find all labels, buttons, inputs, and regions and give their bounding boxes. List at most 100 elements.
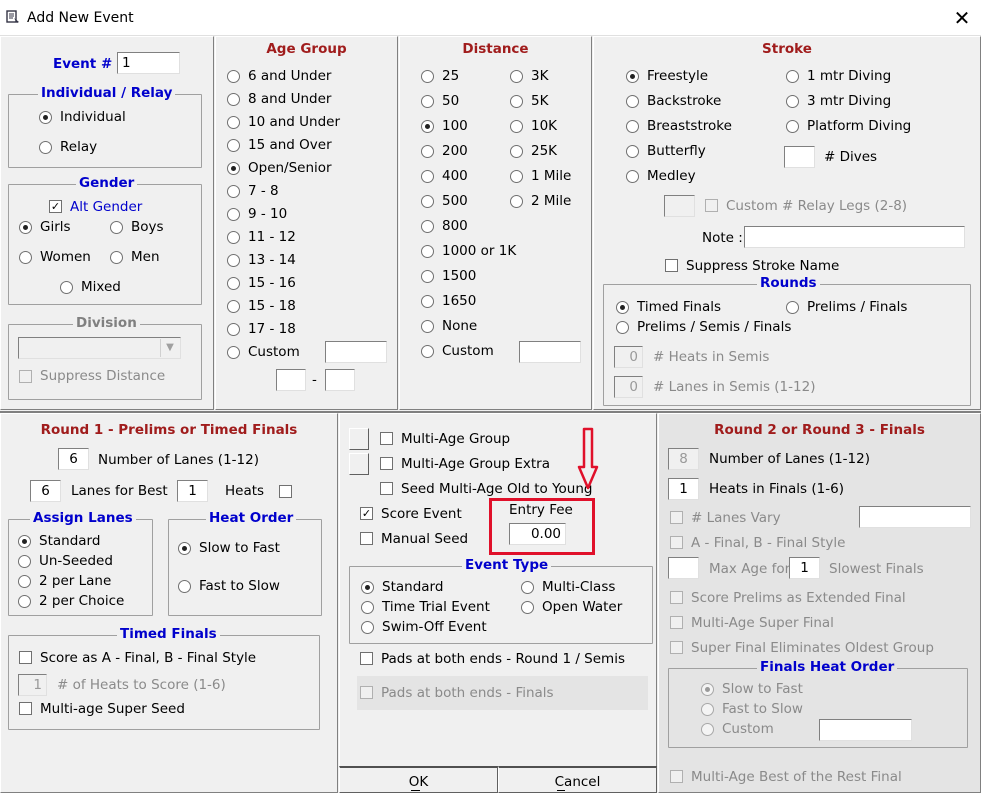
lanes-vary-input[interactable]	[859, 506, 971, 528]
radio-dist-25k[interactable]	[510, 145, 523, 158]
radio-relay[interactable]	[39, 141, 52, 154]
seed-multi-age-checkbox[interactable]	[380, 482, 393, 495]
radio-dist-10k[interactable]	[510, 120, 523, 133]
round1-heats-checkbox[interactable]	[279, 485, 292, 498]
radio-type-multi-class[interactable]	[521, 581, 534, 594]
radio-type-standard[interactable]	[361, 581, 374, 594]
super-elim-checkbox[interactable]	[670, 641, 683, 654]
radio-dist-100[interactable]	[421, 120, 434, 133]
radio-dist-3k[interactable]	[510, 70, 523, 83]
radio-boys[interactable]	[110, 221, 123, 234]
radio-slow-to-fast[interactable]	[178, 542, 191, 555]
lanes-semis-input[interactable]: 0	[614, 376, 643, 398]
radio-freestyle[interactable]	[626, 70, 639, 83]
finals-custom-input[interactable]	[819, 719, 912, 741]
radio-age-17-18[interactable]	[227, 323, 240, 336]
radio-dist-1500[interactable]	[421, 270, 434, 283]
score-event-checkbox[interactable]: ✓	[360, 507, 373, 520]
radio-age-15-over[interactable]	[227, 139, 240, 152]
radio-backstroke[interactable]	[626, 95, 639, 108]
round1-heats-input[interactable]: 1	[177, 480, 208, 502]
ab-final-checkbox[interactable]	[670, 536, 683, 549]
radio-finals-slow-fast[interactable]	[701, 683, 714, 696]
event-number-input[interactable]: 1	[117, 52, 180, 74]
note-input[interactable]	[744, 226, 965, 248]
radio-dist-2mile[interactable]	[510, 195, 523, 208]
suppress-stroke-checkbox[interactable]	[665, 259, 678, 272]
radio-lanes-2perlane[interactable]	[18, 575, 31, 588]
score-ab-checkbox[interactable]	[19, 651, 32, 664]
dives-input[interactable]	[784, 146, 815, 168]
relay-legs-checkbox[interactable]	[705, 199, 718, 212]
radio-type-time-trial[interactable]	[361, 601, 374, 614]
radio-age-custom[interactable]	[227, 346, 240, 359]
lanes-vary-checkbox[interactable]	[670, 511, 683, 524]
radio-lanes-2perchoice[interactable]	[18, 595, 31, 608]
score-prelims-checkbox[interactable]	[670, 591, 683, 604]
radio-dist-800[interactable]	[421, 220, 434, 233]
radio-age-8-under[interactable]	[227, 93, 240, 106]
radio-age-15-16[interactable]	[227, 277, 240, 290]
round23-lanes-input[interactable]: 8	[668, 448, 699, 470]
best-rest-checkbox[interactable]	[670, 770, 683, 783]
super-seed-checkbox[interactable]	[19, 702, 32, 715]
suppress-distance-checkbox[interactable]	[19, 370, 32, 383]
relay-legs-input[interactable]	[664, 195, 695, 217]
radio-type-open-water[interactable]	[521, 601, 534, 614]
radio-3m-diving[interactable]	[786, 95, 799, 108]
radio-platform-diving[interactable]	[786, 120, 799, 133]
radio-age-10-under[interactable]	[227, 116, 240, 129]
radio-dist-none[interactable]	[421, 320, 434, 333]
radio-mixed[interactable]	[60, 281, 73, 294]
radio-age-15-18[interactable]	[227, 300, 240, 313]
multi-age-group-checkbox[interactable]	[380, 432, 393, 445]
division-select[interactable]	[18, 337, 181, 359]
slowest-input[interactable]: 1	[789, 557, 820, 579]
multi-age-extra-checkbox[interactable]	[380, 457, 393, 470]
radio-lanes-standard[interactable]	[18, 535, 31, 548]
age-min-input[interactable]	[276, 369, 306, 391]
radio-type-swim-off[interactable]	[361, 621, 374, 634]
radio-fast-to-slow[interactable]	[178, 580, 191, 593]
radio-dist-500[interactable]	[421, 195, 434, 208]
alt-gender-checkbox[interactable]: ✓	[49, 200, 62, 213]
multi-age-extra-button[interactable]	[349, 453, 369, 475]
max-age-input[interactable]	[668, 557, 699, 579]
radio-dist-1mile[interactable]	[510, 170, 523, 183]
pads-r1-checkbox[interactable]	[360, 652, 373, 665]
radio-age-open[interactable]	[227, 162, 240, 175]
radio-prelims-semis-finals[interactable]	[616, 321, 629, 334]
radio-1m-diving[interactable]	[786, 70, 799, 83]
radio-dist-400[interactable]	[421, 170, 434, 183]
pads-finals-checkbox[interactable]	[360, 686, 373, 699]
radio-dist-200[interactable]	[421, 145, 434, 158]
heats-to-score-input[interactable]: 1	[18, 674, 47, 696]
radio-age-11-12[interactable]	[227, 231, 240, 244]
round1-lanes-input[interactable]: 6	[58, 448, 89, 470]
radio-dist-25[interactable]	[421, 70, 434, 83]
radio-finals-fast-slow[interactable]	[701, 703, 714, 716]
radio-individual[interactable]	[39, 111, 52, 124]
radio-medley[interactable]	[626, 170, 639, 183]
radio-breaststroke[interactable]	[626, 120, 639, 133]
radio-butterfly[interactable]	[626, 145, 639, 158]
radio-lanes-unseeded[interactable]	[18, 555, 31, 568]
radio-men[interactable]	[110, 251, 123, 264]
radio-age-6-under[interactable]	[227, 70, 240, 83]
radio-prelims-finals[interactable]	[786, 301, 799, 314]
heats-semis-input[interactable]: 0	[614, 346, 643, 368]
chevron-down-icon[interactable]: ▼	[160, 339, 179, 357]
radio-finals-custom[interactable]	[701, 723, 714, 736]
close-icon[interactable]: ✕	[945, 6, 979, 30]
multi-super-checkbox[interactable]	[670, 616, 683, 629]
age-custom-input[interactable]	[325, 341, 387, 363]
radio-dist-custom[interactable]	[421, 345, 434, 358]
radio-girls[interactable]	[19, 221, 32, 234]
multi-age-group-button[interactable]	[349, 428, 369, 450]
radio-dist-1000[interactable]	[421, 245, 434, 258]
radio-dist-1650[interactable]	[421, 295, 434, 308]
manual-seed-checkbox[interactable]	[360, 532, 373, 545]
radio-women[interactable]	[19, 251, 32, 264]
age-max-input[interactable]	[325, 369, 355, 391]
lanes-best-input[interactable]: 6	[30, 480, 61, 502]
